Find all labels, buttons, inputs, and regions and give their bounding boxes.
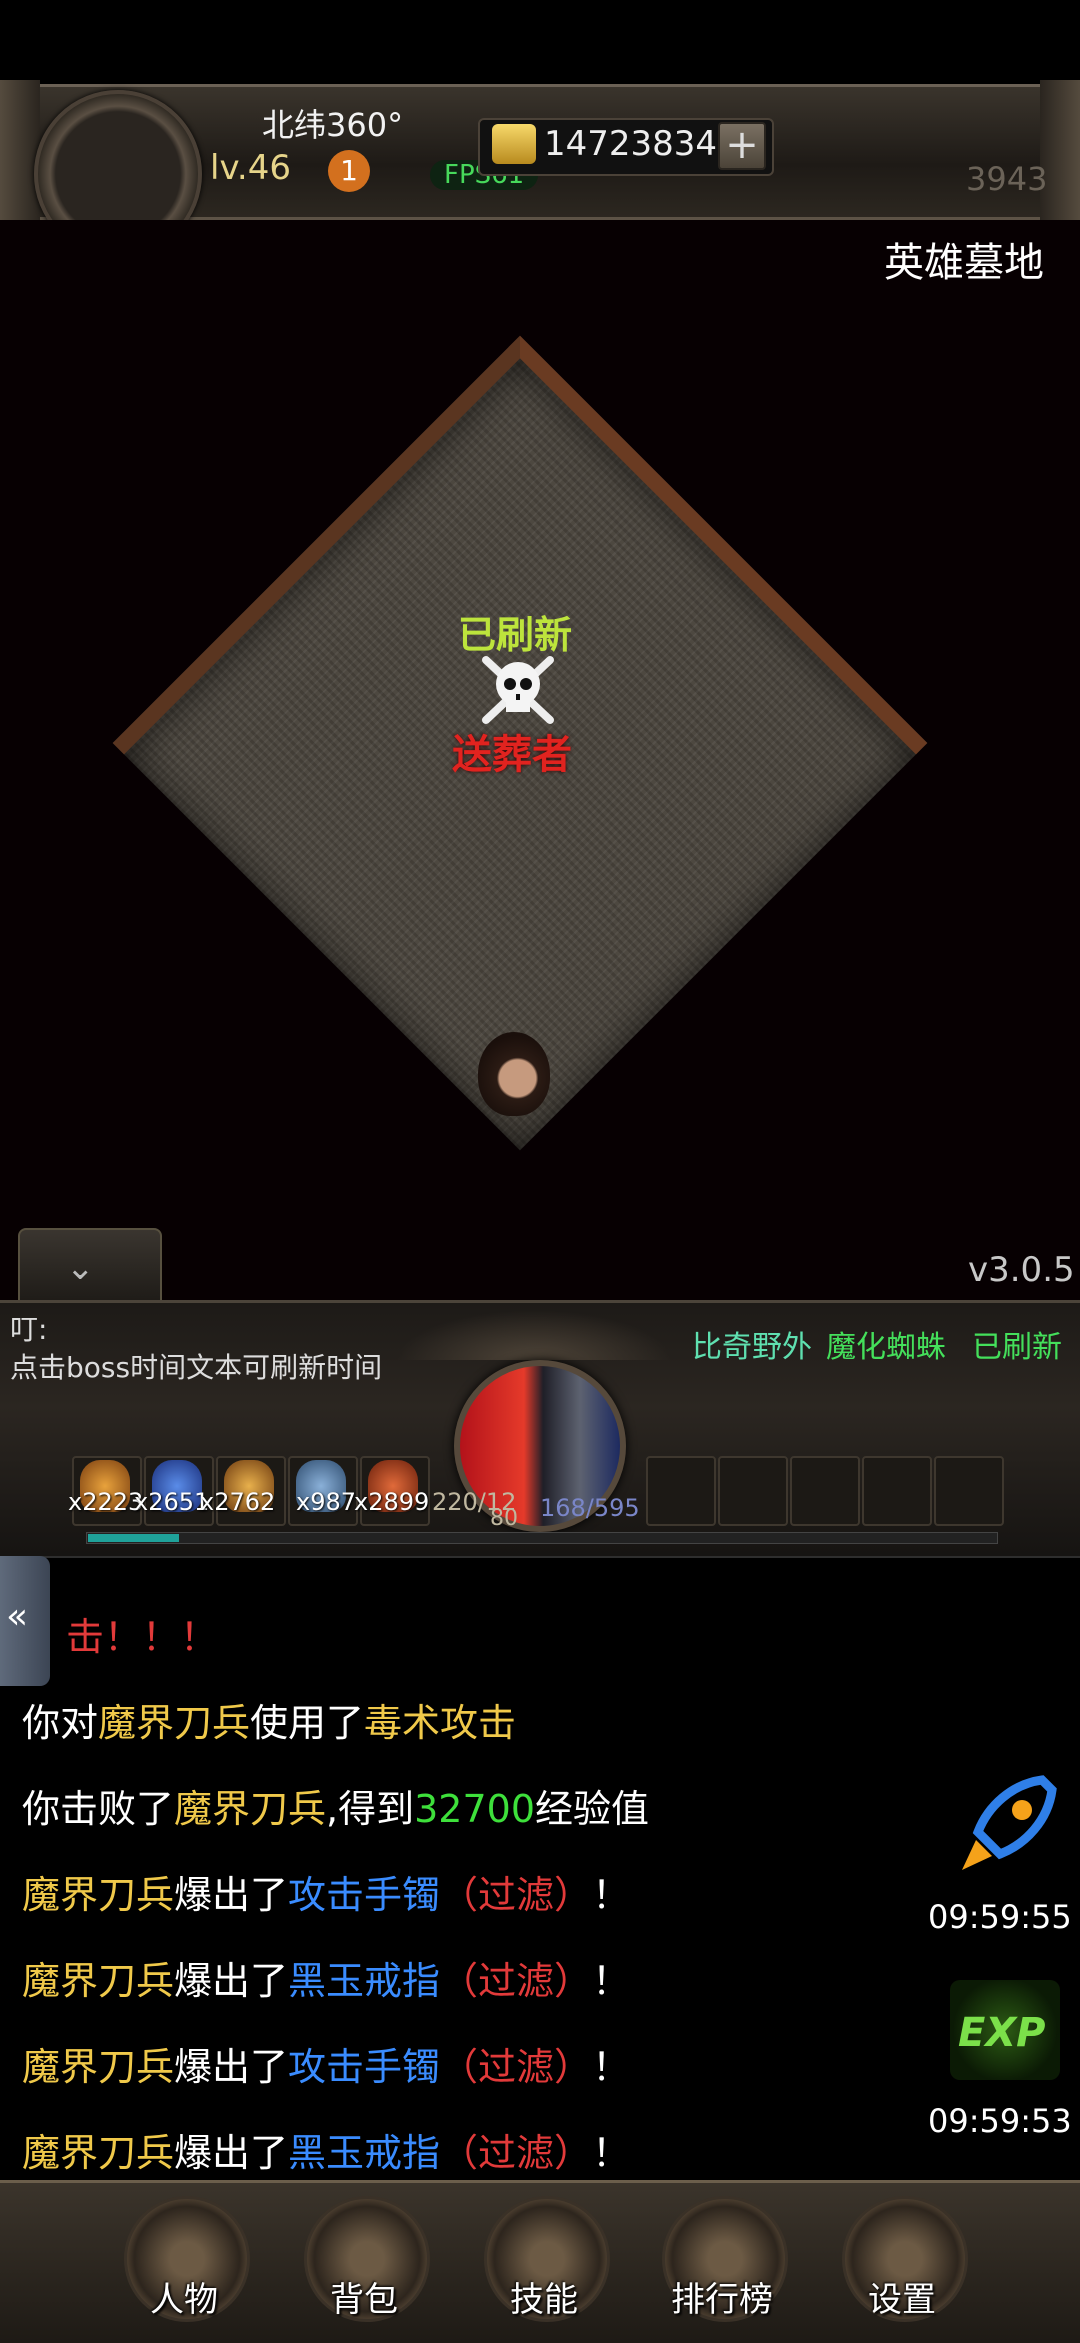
chat-segment: （过滤）: [440, 1959, 593, 2003]
item-count: x2899: [354, 1488, 430, 1516]
chat-message: 魔界刀兵爆出了黑玉戒指（过滤）！: [22, 2122, 630, 2177]
chat-segment: 爆出了: [174, 1959, 289, 2003]
chat-segment: 你击败了: [22, 1787, 175, 1831]
boss-target-status[interactable]: 已刷新: [972, 1322, 1062, 1366]
chat-segment: （过滤）: [440, 2131, 593, 2175]
chat-segment: 黑玉戒指: [288, 2131, 441, 2175]
double-chevron-down-icon[interactable]: ⌄: [66, 1248, 95, 1288]
rocket-icon[interactable]: [952, 1770, 1062, 1880]
chat-segment: （过滤）: [440, 2045, 593, 2089]
chat-segment: 32700: [414, 1787, 536, 1831]
gold-ingot-icon: [492, 124, 536, 164]
chat-segment: 魔界刀兵: [22, 1959, 175, 2003]
chat-segment: 使用了: [250, 1701, 365, 1745]
add-gold-button[interactable]: +: [718, 122, 766, 170]
chat-message: 你对魔界刀兵使用了毒术攻击: [22, 1692, 516, 1747]
exp-boost-label: EXP: [958, 2010, 1046, 2056]
power-value: 3943: [966, 160, 1048, 198]
chat-segment: ！: [592, 1873, 631, 1917]
chat-segment: 魔界刀兵: [98, 1701, 251, 1745]
version-label: v3.0.5: [968, 1250, 1075, 1290]
chat-segment: ,得到: [326, 1787, 415, 1831]
nav-label[interactable]: 排行榜: [652, 2272, 792, 2321]
chat-segment: ！: [592, 2045, 631, 2089]
nav-label[interactable]: 技能: [474, 2272, 614, 2321]
skull-icon[interactable]: [478, 650, 558, 726]
chat-segment: 爆出了: [174, 1873, 289, 1917]
boss-target-name[interactable]: 魔化蜘蛛: [826, 1322, 946, 1366]
item-count: x987: [296, 1488, 357, 1516]
exp-timer[interactable]: 09:59:53: [928, 2102, 1072, 2140]
notice-text[interactable]: 点击boss时间文本可刷新时间: [10, 1346, 382, 1386]
belt-slot[interactable]: [646, 1456, 716, 1526]
chat-segment: ！: [592, 1959, 631, 2003]
boss-name[interactable]: 送葬者: [452, 722, 572, 780]
hp-max-value: 80: [490, 1506, 518, 1531]
chat-segment: 黑玉戒指: [288, 1959, 441, 2003]
exp-bar: [86, 1532, 998, 1544]
chat-segment: 你对: [22, 1701, 99, 1745]
boss-location[interactable]: 比奇野外: [692, 1322, 812, 1366]
chat-segment: 爆出了: [174, 2131, 289, 2175]
gold-amount: 14723834: [544, 124, 718, 164]
left-ornament: [0, 80, 40, 240]
chat-segment: 攻击手镯: [288, 1873, 441, 1917]
nav-label[interactable]: 人物: [114, 2272, 254, 2321]
belt-slot[interactable]: [934, 1456, 1004, 1526]
chat-segment: 魔界刀兵: [22, 2131, 175, 2175]
belt-slot[interactable]: [862, 1456, 932, 1526]
item-count: x2223: [68, 1488, 144, 1516]
exp-bar-fill: [88, 1534, 179, 1542]
chat-segment: 经验值: [535, 1787, 650, 1831]
chat-message: 魔界刀兵爆出了攻击手镯（过滤）！: [22, 1864, 630, 1919]
item-count: x2762: [200, 1488, 276, 1516]
chat-segment: 魔界刀兵: [22, 1873, 175, 1917]
player-portrait: [478, 1032, 550, 1116]
notice-title: 叮:: [10, 1313, 48, 1346]
chat-segment: ！: [592, 2131, 631, 2175]
orb-ornament: [396, 1310, 672, 1360]
chat-segment: 爆出了: [174, 2045, 289, 2089]
chat-message: 你击败了魔界刀兵,得到32700经验值: [22, 1778, 649, 1833]
chat-message: 击！！！: [66, 1606, 218, 1661]
map-name: 英雄墓地: [884, 240, 1044, 286]
chat-segment: （过滤）: [440, 1873, 593, 1917]
nav-label[interactable]: 设置: [832, 2272, 972, 2321]
coordinates-text: 北纬360°: [262, 106, 404, 144]
chat-segment: 毒术攻击: [364, 1701, 517, 1745]
chat-segment: 攻击手镯: [288, 2045, 441, 2089]
chat-segment: 击！！！: [66, 1615, 219, 1659]
nav-label[interactable]: 背包: [294, 2272, 434, 2321]
item-count: x2651: [134, 1488, 210, 1516]
belt-slot[interactable]: [718, 1456, 788, 1526]
belt-slot[interactable]: [790, 1456, 860, 1526]
chat-segment: 魔界刀兵: [22, 2045, 175, 2089]
chat-segment: 魔界刀兵: [174, 1787, 327, 1831]
double-chevron-left-icon[interactable]: «: [6, 1596, 28, 1637]
chat-message: 魔界刀兵爆出了黑玉戒指（过滤）！: [22, 1950, 630, 2005]
player-level: lv.46: [210, 148, 291, 188]
mp-value: 168/595: [540, 1494, 640, 1522]
notification-badge[interactable]: 1: [328, 150, 370, 192]
chat-message: 魔界刀兵爆出了攻击手镯（过滤）！: [22, 2036, 630, 2091]
rocket-timer[interactable]: 09:59:55: [928, 1898, 1072, 1936]
